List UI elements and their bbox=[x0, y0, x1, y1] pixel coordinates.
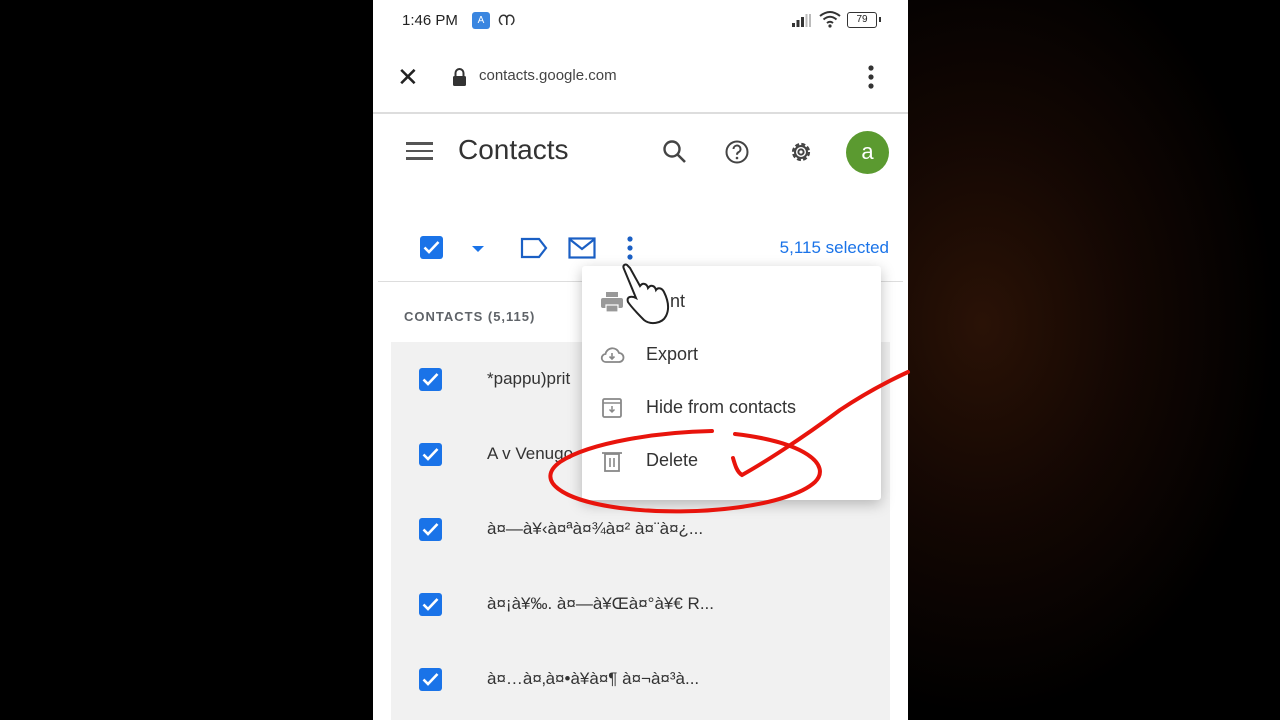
menu-item-label: Export bbox=[646, 344, 699, 364]
settings-icon[interactable] bbox=[787, 138, 815, 166]
contact-row[interactable]: à¤…à¤‚à¤•à¥à¤¶ à¤¬à¤³à... bbox=[391, 642, 890, 717]
signal-icon bbox=[792, 14, 811, 27]
app-header: Contacts a bbox=[378, 116, 903, 190]
help-icon[interactable] bbox=[723, 138, 751, 166]
close-icon[interactable]: ✕ bbox=[397, 62, 419, 92]
lock-icon bbox=[453, 68, 466, 86]
wifi-icon bbox=[819, 11, 841, 28]
menu-icon[interactable] bbox=[406, 142, 433, 162]
label-icon[interactable] bbox=[520, 237, 548, 259]
selection-dropdown-icon[interactable] bbox=[471, 245, 485, 253]
avatar[interactable]: a bbox=[846, 131, 889, 174]
checkmark-icon bbox=[422, 523, 439, 536]
background-right bbox=[908, 0, 1280, 720]
cloud-download-icon bbox=[600, 347, 625, 363]
contact-checkbox[interactable] bbox=[419, 368, 442, 391]
contact-checkbox[interactable] bbox=[419, 443, 442, 466]
more-vert-icon[interactable] bbox=[863, 62, 879, 92]
phone-screen: 1:46 PM A ന 79 ✕ contacts.google.com Con… bbox=[373, 0, 908, 720]
menu-item-hide[interactable]: Hide from contacts bbox=[582, 382, 881, 435]
contact-name: à¤—à¥‹à¤ªà¤¾à¤² à¤¨à¤¿... bbox=[487, 519, 704, 538]
contact-name: à¤¡à¥‰. à¤—à¥Œà¤°à¥€ R... bbox=[487, 594, 714, 613]
email-icon[interactable] bbox=[568, 237, 596, 259]
checkmark-icon bbox=[422, 673, 439, 686]
url-text[interactable]: contacts.google.com bbox=[479, 67, 617, 84]
status-time: 1:46 PM bbox=[402, 12, 458, 29]
hand-cursor-icon bbox=[622, 263, 670, 325]
more-actions-icon[interactable] bbox=[624, 234, 636, 262]
select-all-checkbox[interactable] bbox=[420, 236, 443, 259]
menu-item-label: Hide from contacts bbox=[646, 397, 797, 417]
checkmark-icon bbox=[422, 448, 439, 461]
checkmark-icon bbox=[422, 373, 439, 386]
page-title: Contacts bbox=[458, 134, 569, 165]
browser-url-bar: ✕ contacts.google.com bbox=[373, 42, 908, 114]
battery-indicator: 79 bbox=[847, 12, 881, 28]
selected-count: 5,115 selected bbox=[779, 238, 889, 257]
menu-item-label: nt bbox=[670, 291, 686, 311]
background-left bbox=[0, 0, 373, 720]
status-bar: 1:46 PM A ന 79 bbox=[373, 0, 908, 42]
contact-checkbox[interactable] bbox=[419, 668, 442, 691]
contact-row[interactable]: à¤¡à¥‰. à¤—à¥Œà¤°à¥€ R... bbox=[391, 567, 890, 642]
contact-checkbox[interactable] bbox=[419, 518, 442, 541]
checkmark-icon bbox=[423, 241, 440, 254]
search-icon[interactable] bbox=[661, 138, 689, 166]
checkmark-icon bbox=[422, 598, 439, 611]
contact-checkbox[interactable] bbox=[419, 593, 442, 616]
contact-row[interactable]: à¤—à¥‹à¤ªà¤¾à¤² à¤¨à¤¿... bbox=[391, 492, 890, 567]
contact-name: A v Venugo bbox=[487, 444, 574, 463]
menu-item-delete[interactable]: Delete bbox=[582, 435, 881, 488]
contact-name: à¤…à¤‚à¤•à¥à¤¶ à¤¬à¤³à... bbox=[487, 669, 700, 688]
menu-item-label: Delete bbox=[646, 450, 699, 470]
contacts-section-label: CONTACTS (5,115) bbox=[404, 309, 536, 324]
trash-icon bbox=[602, 452, 622, 472]
archive-icon bbox=[602, 398, 622, 418]
malayalam-app-icon: ന bbox=[497, 8, 515, 30]
contact-name: *pappu)prit bbox=[487, 369, 571, 388]
app-notification-icon: A bbox=[472, 12, 490, 29]
menu-item-export[interactable]: Export bbox=[582, 329, 881, 382]
